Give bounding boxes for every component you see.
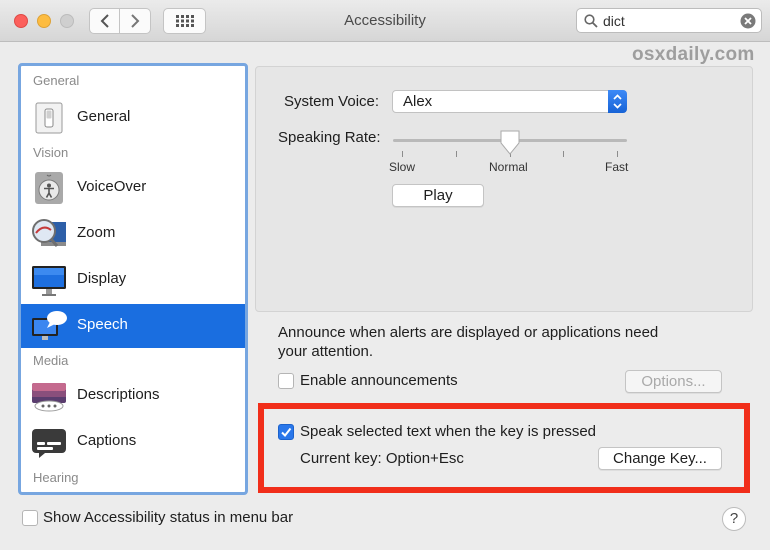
speaking-rate-slider-thumb[interactable]	[499, 130, 521, 156]
slider-tick	[456, 151, 457, 157]
options-button[interactable]: Options...	[625, 370, 722, 393]
rate-slow-label: Slow	[389, 160, 416, 174]
category-sidebar[interactable]: General General Vision VoiceOver Zoom Di…	[18, 63, 248, 495]
sidebar-item-label: Speech	[77, 316, 128, 333]
back-button[interactable]	[89, 8, 120, 34]
sidebar-item-captions[interactable]: Captions	[21, 420, 245, 464]
section-header-hearing: Hearing	[33, 470, 79, 485]
popup-arrows-icon	[608, 90, 627, 113]
enable-announcements-label: Enable announcements	[300, 372, 458, 389]
sidebar-item-label: Display	[77, 270, 127, 287]
section-header-vision: Vision	[33, 145, 69, 160]
slider-tick	[402, 151, 403, 157]
sidebar-item-label: General	[77, 108, 131, 125]
title-bar: Accessibility	[0, 0, 770, 42]
minimize-window-button[interactable]	[37, 14, 51, 28]
close-window-button[interactable]	[14, 14, 28, 28]
captions-icon	[32, 429, 66, 458]
rate-fast-label: Fast	[605, 160, 629, 174]
zoom-window-button[interactable]	[60, 14, 74, 28]
show-status-menu-label: Show Accessibility status in menu bar	[43, 509, 294, 526]
speech-icon	[32, 311, 67, 340]
system-voice-value: Alex	[403, 93, 433, 110]
sidebar-item-label: Zoom	[77, 224, 116, 241]
announce-description-line2: your attention.	[278, 343, 374, 360]
slider-tick	[617, 151, 618, 157]
announce-description: Announce when alerts are displayed or ap…	[278, 324, 659, 341]
forward-button[interactable]	[120, 8, 151, 34]
help-button[interactable]: ?	[722, 507, 746, 531]
watermark: osxdaily.com	[632, 44, 755, 65]
system-voice-popup[interactable]: Alex	[392, 90, 627, 113]
sidebar-item-voiceover[interactable]: VoiceOver	[21, 166, 245, 210]
display-icon	[32, 266, 66, 296]
switch-icon	[35, 102, 63, 134]
sidebar-item-label: VoiceOver	[77, 178, 147, 195]
search-input[interactable]	[601, 11, 731, 30]
sidebar-item-label: Descriptions	[77, 386, 160, 403]
section-header-media: Media	[33, 353, 69, 368]
sidebar-item-label: Captions	[77, 432, 137, 449]
rate-normal-label: Normal	[489, 160, 528, 174]
descriptions-icon	[32, 383, 66, 412]
sidebar-item-speech[interactable]: Speech	[21, 304, 245, 348]
sidebar-item-general[interactable]: General	[21, 96, 245, 140]
slider-tick	[563, 151, 564, 157]
clear-search-icon[interactable]	[740, 13, 756, 29]
play-button[interactable]: Play	[392, 184, 484, 207]
zoom-icon	[32, 219, 66, 247]
section-header-general: General	[33, 73, 80, 88]
chevron-left-icon	[100, 14, 109, 28]
grid-icon	[175, 15, 194, 27]
voiceover-icon	[35, 172, 63, 204]
enable-announcements-checkbox[interactable]	[278, 373, 294, 389]
speaking-rate-label: Speaking Rate:	[278, 129, 381, 146]
system-voice-label: System Voice:	[284, 93, 380, 110]
show-all-button[interactable]	[163, 8, 206, 34]
chevron-right-icon	[131, 14, 140, 28]
sidebar-item-zoom[interactable]: Zoom	[21, 212, 245, 256]
sidebar-item-display[interactable]: Display	[21, 258, 245, 302]
search-field[interactable]	[576, 8, 762, 33]
search-icon	[584, 14, 598, 28]
highlight-box	[258, 403, 750, 493]
show-status-menu-checkbox[interactable]	[22, 510, 38, 526]
sidebar-item-descriptions[interactable]: Descriptions	[21, 374, 245, 418]
